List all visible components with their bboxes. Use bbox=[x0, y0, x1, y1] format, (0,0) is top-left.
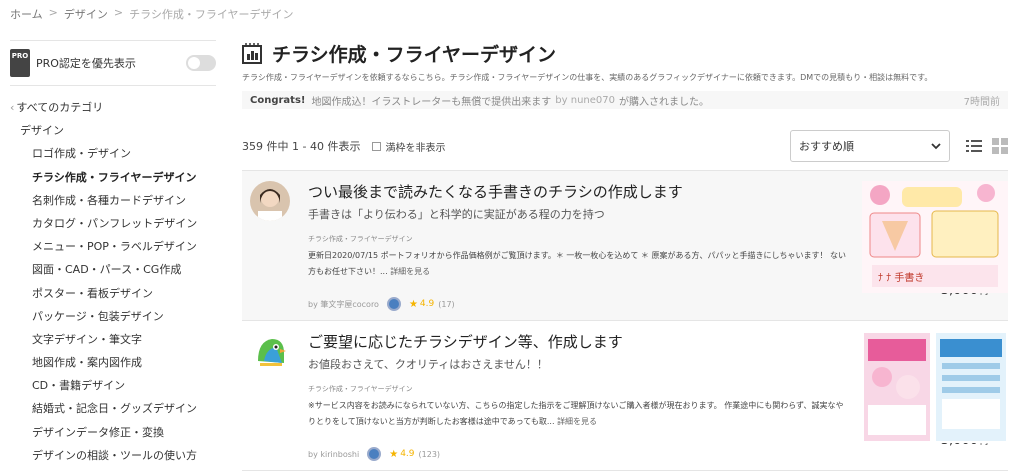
ticker-message[interactable]: 地図作成込！イラストレーターも無償で提供出来ます bbox=[311, 93, 551, 108]
service-card[interactable]: ご要望に応じたチラシデザイン等、作成します お値段おさえて、クオリティはおさえま… bbox=[242, 321, 1008, 471]
card-title[interactable]: つい最後まで読みたくなる手書きのチラシの作成します bbox=[308, 181, 848, 202]
main-content: チラシ作成・フライヤーデザイン チラシ作成・フライヤーデザインを依頼するならこち… bbox=[242, 40, 1008, 471]
card-category: チラシ作成・フライヤーデザイン bbox=[308, 235, 413, 243]
result-count: 359 件中 1 - 40 件表示 bbox=[242, 140, 361, 153]
category-item[interactable]: 文字デザイン・筆文字 bbox=[10, 328, 216, 351]
service-listing: つい最後まで読みたくなる手書きのチラシの作成します 手書きは「より伝わる」と科学… bbox=[242, 170, 1008, 471]
category-item[interactable]: デザインデータ修正・変換 bbox=[10, 421, 216, 444]
seller-name[interactable]: by kirinboshi bbox=[308, 450, 359, 459]
card-description-text: 更新日2020/07/15 ポートフォリオから作品価格例がご覧頂けます。＊ 一枚… bbox=[308, 251, 847, 276]
flyer-icon bbox=[242, 43, 262, 64]
category-item[interactable]: 名刺作成・各種カードデザイン bbox=[10, 189, 216, 212]
breadcrumb-design[interactable]: デザイン bbox=[64, 6, 108, 22]
ticker-time: 7時間前 bbox=[963, 96, 1000, 108]
results-toolbar: 359 件中 1 - 40 件表示 満枠を非表示 おすすめ順 bbox=[242, 129, 1008, 163]
category-item[interactable]: ロゴ作成・デザイン bbox=[10, 142, 216, 165]
breadcrumb-home[interactable]: ホーム bbox=[10, 6, 43, 22]
page-title: チラシ作成・フライヤーデザイン bbox=[272, 43, 557, 66]
category-item[interactable]: デザインの相談・ツールの使い方 bbox=[10, 444, 216, 467]
purchase-ticker: Congrats! 地図作成込！イラストレーターも無償で提供出来ます by nu… bbox=[242, 91, 1008, 109]
rating-value: 4.9 bbox=[400, 449, 415, 459]
pro-filter-label: PRO認定を優先表示 bbox=[36, 57, 136, 70]
card-body: ご要望に応じたチラシデザイン等、作成します お値段おさえて、クオリティはおさえま… bbox=[308, 331, 848, 470]
pro-filter-row: PRO PRO認定を優先表示 bbox=[10, 40, 216, 86]
card-description: ※サービス内容をお読みになられていない方、こちらの指定した指示をご理解頂けないご… bbox=[308, 398, 848, 430]
card-description: 更新日2020/07/15 ポートフォリオから作品価格例がご覧頂けます。＊ 一枚… bbox=[308, 248, 848, 280]
seller-rank-badge-icon bbox=[367, 447, 382, 461]
card-category: チラシ作成・フライヤーデザイン bbox=[308, 385, 413, 393]
card-meta: by kirinboshi ★ 4.9 (123) bbox=[308, 447, 440, 461]
rating-value: 4.9 bbox=[419, 299, 435, 309]
review-count: (17) bbox=[438, 299, 455, 309]
service-thumbnail[interactable]: ﾅ ﾅ 手書き bbox=[862, 181, 1008, 293]
sort-select[interactable]: おすすめ順 bbox=[790, 130, 950, 162]
pro-badge-icon: PRO bbox=[10, 49, 30, 77]
service-thumbnail[interactable] bbox=[862, 331, 1008, 443]
category-item[interactable]: パッケージ・包装デザイン bbox=[10, 305, 216, 328]
pro-filter-toggle[interactable] bbox=[186, 55, 216, 71]
hide-full-filter[interactable]: 満枠を非表示 bbox=[372, 139, 445, 154]
chevron-down-icon bbox=[931, 143, 941, 150]
card-body: つい最後まで読みたくなる手書きのチラシの作成します 手書きは「より伝わる」と科学… bbox=[308, 181, 848, 320]
category-item-active[interactable]: チラシ作成・フライヤーデザイン bbox=[10, 166, 216, 189]
list-view-icon[interactable] bbox=[966, 138, 982, 154]
sort-select-value: おすすめ順 bbox=[799, 140, 854, 153]
breadcrumb-current: チラシ作成・フライヤーデザイン bbox=[129, 8, 294, 21]
svg-text:ﾅ ﾅ 手書き: ﾅ ﾅ 手書き bbox=[878, 271, 924, 284]
card-more-link[interactable]: 詳細を見る bbox=[390, 267, 430, 276]
hide-full-label: 満枠を非表示 bbox=[385, 142, 446, 154]
card-more-link[interactable]: 詳細を見る bbox=[557, 417, 597, 426]
category-item[interactable]: ポスター・看板デザイン bbox=[10, 282, 216, 305]
star-icon: ★ bbox=[408, 298, 418, 310]
category-parent-design[interactable]: デザイン bbox=[10, 119, 216, 142]
category-all[interactable]: ‹ すべてのカテゴリ bbox=[10, 96, 216, 119]
grid-view-icon[interactable] bbox=[992, 138, 1008, 154]
category-item[interactable]: 図面・CAD・パース・CG作成 bbox=[10, 258, 216, 281]
title-row: チラシ作成・フライヤーデザイン bbox=[242, 40, 1008, 66]
category-list: ‹ すべてのカテゴリ デザイン ロゴ作成・デザイン チラシ作成・フライヤーデザイン… bbox=[10, 96, 216, 467]
category-item[interactable]: カタログ・パンフレットデザイン bbox=[10, 212, 216, 235]
seller-avatar[interactable] bbox=[250, 181, 290, 221]
star-icon: ★ bbox=[389, 448, 399, 460]
chevron-left-icon: ‹ bbox=[10, 101, 15, 114]
breadcrumb: ホーム > デザイン > チラシ作成・フライヤーデザイン bbox=[10, 6, 294, 22]
review-count: (123) bbox=[418, 449, 441, 459]
category-item[interactable]: メニュー・POP・ラベルデザイン bbox=[10, 235, 216, 258]
category-item[interactable]: CD・書籍デザイン bbox=[10, 374, 216, 397]
card-subtitle: 手書きは「より伝わる」と科学的に実証がある程の力を持つ bbox=[308, 208, 605, 221]
sidebar: PRO PRO認定を優先表示 ‹ すべてのカテゴリ デザイン ロゴ作成・デザイン … bbox=[10, 40, 216, 467]
view-toggle bbox=[966, 138, 1008, 154]
page-description: チラシ作成・フライヤーデザインを依頼するならこちら。チラシ作成・フライヤーデザイ… bbox=[242, 73, 933, 82]
hide-full-checkbox[interactable] bbox=[372, 141, 382, 151]
category-all-label: すべてのカテゴリ bbox=[16, 101, 104, 114]
breadcrumb-separator: > bbox=[113, 6, 124, 19]
service-card[interactable]: つい最後まで読みたくなる手書きのチラシの作成します 手書きは「より伝わる」と科学… bbox=[242, 171, 1008, 321]
breadcrumb-separator: > bbox=[48, 6, 58, 19]
category-item[interactable]: 結婚式・記念日・グッズデザイン bbox=[10, 397, 216, 420]
pro-badge-text: PRO bbox=[11, 52, 29, 60]
ticker-by: by nune070 bbox=[555, 94, 615, 106]
card-subtitle: お値段おさえて、クオリティはおさえません！！ bbox=[308, 358, 548, 371]
card-title[interactable]: ご要望に応じたチラシデザイン等、作成します bbox=[308, 331, 848, 352]
seller-rank-badge-icon bbox=[386, 297, 401, 311]
card-meta: by 筆文字屋cocoro ★ 4.9 (17) bbox=[308, 297, 455, 311]
category-item[interactable]: 地図作成・案内図作成 bbox=[10, 351, 216, 374]
seller-avatar[interactable] bbox=[250, 331, 290, 371]
seller-name[interactable]: by 筆文字屋cocoro bbox=[308, 299, 379, 310]
ticker-congrats: Congrats! bbox=[250, 94, 306, 106]
ticker-action: が購入されました。 bbox=[618, 96, 709, 108]
